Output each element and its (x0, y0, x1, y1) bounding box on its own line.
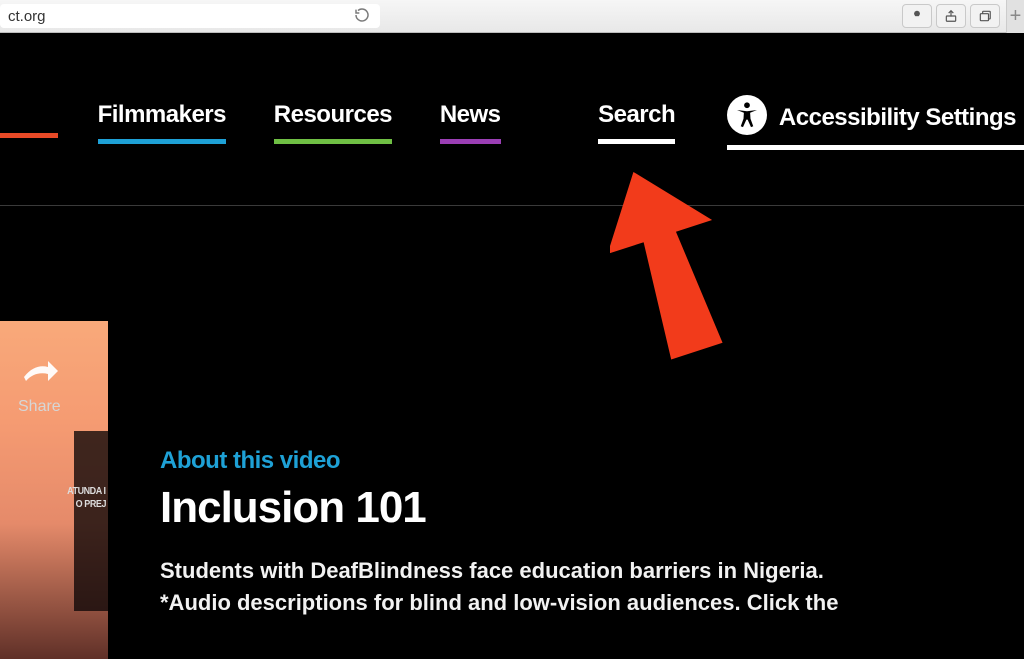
download-button[interactable] (902, 4, 932, 28)
reload-icon[interactable] (354, 7, 370, 26)
tabs-button[interactable] (970, 4, 1000, 28)
url-text: ct.org (8, 8, 354, 25)
video-description: Students with DeafBlindness face educati… (160, 555, 880, 619)
accessibility-icon (727, 95, 767, 135)
thumbnail-text-a: ATUNDA I (67, 486, 105, 497)
new-tab-button[interactable]: + (1006, 0, 1024, 33)
nav-item-search[interactable]: Search (598, 101, 675, 144)
address-bar[interactable]: ct.org (0, 4, 380, 28)
share-arrow-icon (18, 359, 60, 389)
share-button[interactable] (936, 4, 966, 28)
browser-chrome: ct.org + (0, 0, 1024, 33)
nav-item-accessibility[interactable]: Accessibility Settings (727, 101, 1024, 150)
divider (0, 205, 1024, 206)
nav-item-home-edge[interactable] (0, 101, 58, 138)
main-nav: Filmmakers Resources News Search Accessi… (0, 101, 1024, 150)
thumbnail-text-b: O PREJ (76, 499, 106, 510)
nav-item-resources[interactable]: Resources (274, 101, 392, 144)
section-eyebrow: About this video (160, 447, 920, 475)
video-title: Inclusion 101 (160, 483, 920, 533)
share-label: Share (18, 398, 61, 416)
browser-toolbar-right (902, 4, 1006, 28)
nav-item-filmmakers[interactable]: Filmmakers (98, 101, 226, 144)
share-control[interactable]: Share (18, 359, 61, 416)
video-details: About this video Inclusion 101 Students … (160, 447, 920, 619)
thumbnail-dark-strip (74, 431, 108, 611)
page-body: Filmmakers Resources News Search Accessi… (0, 33, 1024, 626)
nav-item-news[interactable]: News (440, 101, 501, 144)
nav-accessibility-label: Accessibility Settings (779, 104, 1016, 132)
annotation-arrow (610, 163, 780, 398)
